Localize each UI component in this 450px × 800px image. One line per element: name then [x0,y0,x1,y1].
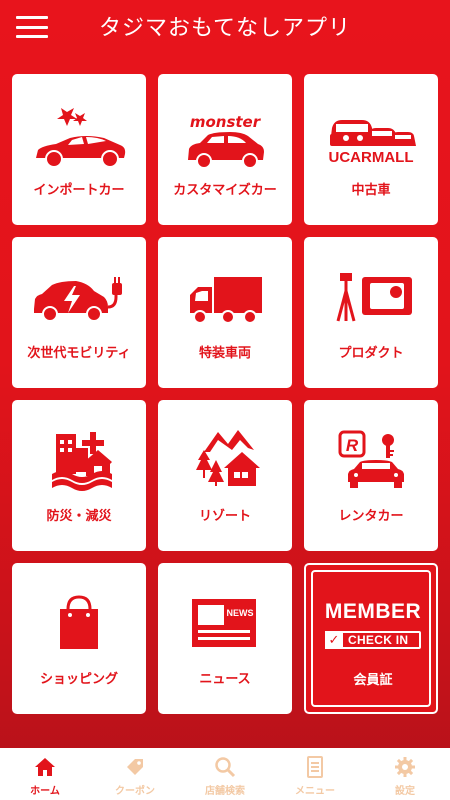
checkmark-icon: ✓ [325,631,343,649]
tile-label: ニュース [199,672,251,687]
search-icon [215,757,236,778]
tile-news[interactable]: NEWS ニュース [158,563,292,714]
tile-shopping[interactable]: ショッピング [12,563,146,714]
tab-coupon[interactable]: クーポン [90,748,180,800]
tile-resort[interactable]: リゾート [158,400,292,551]
hamburger-menu-icon[interactable] [16,16,48,38]
tile-label: 中古車 [351,183,391,198]
home-icon [35,758,55,776]
tab-home[interactable]: ホーム [0,748,90,800]
monster-logo-text: monster [190,113,262,131]
tile-products[interactable]: プロダクト [304,237,438,388]
tab-menu[interactable]: メニュー [270,748,360,800]
tile-disaster-prevention[interactable]: 防災・減災 [12,400,146,551]
tile-rental-car[interactable]: R レンタカー [304,400,438,551]
tile-label: 特装車両 [198,346,251,361]
electric-car-icon [12,237,146,337]
tab-label: 設定 [395,786,415,797]
tile-label: 防災・減災 [46,509,112,524]
member-title: MEMBER [324,600,422,623]
member-card-frame: MEMBER ✓ CHECK IN 会員証 [311,570,431,707]
tab-label: 店舗検索 [205,786,245,797]
tile-next-mobility[interactable]: 次世代モビリティ [12,237,146,388]
check-in-text: CHECK IN [348,633,409,647]
ucar-mall-icon: UCARMALL [304,74,438,174]
app-header: タジマおもてなしアプリ [0,0,450,52]
tile-label: プロダクト [338,346,404,361]
tile-member-card[interactable]: MEMBER ✓ CHECK IN 会員証 [304,563,438,714]
app-title: タジマおもてなしアプリ [98,16,352,41]
tile-label: 会員証 [353,673,393,688]
tile-special-vehicles[interactable]: 特装車両 [158,237,292,388]
tile-used-car[interactable]: UCARMALL 中古車 [304,74,438,225]
tile-label: リゾート [198,509,251,524]
gear-icon [395,757,415,777]
category-grid: インポートカー monster カスタマイズカー UCARMALL 中古車 次世… [12,74,438,714]
tile-import-car[interactable]: インポートカー [12,74,146,225]
tile-label: ショッピング [39,672,118,687]
newspaper-icon: NEWS [158,563,292,663]
svg-text:R: R [346,436,359,455]
tab-label: クーポン [115,786,155,797]
monster-custom-car-icon: monster [158,74,292,174]
shopping-bag-icon [12,563,146,663]
ucar-mall-logo-text: UCARMALL [329,149,414,166]
news-badge-text: NEWS [227,608,254,618]
tab-label: メニュー [295,786,335,797]
bottom-tab-bar: ホーム クーポン 店舗検索 メニュー 設定 [0,748,450,800]
coupon-icon [127,759,143,775]
tab-settings[interactable]: 設定 [360,748,450,800]
check-in-badge: ✓ CHECK IN [325,631,421,649]
tab-store-search[interactable]: 店舗検索 [180,748,270,800]
tab-label: ホーム [30,786,60,797]
import-car-icon [12,74,146,174]
rental-car-icon: R [304,400,438,500]
tile-label: レンタカー [338,509,404,524]
tile-label: 次世代モビリティ [27,346,131,361]
disaster-prevention-icon [12,400,146,500]
tile-label: インポートカー [33,183,125,198]
camera-tripod-icon [304,237,438,337]
truck-icon [158,237,292,337]
tile-customize-car[interactable]: monster カスタマイズカー [158,74,292,225]
resort-cabin-icon [158,400,292,500]
tile-label: カスタマイズカー [173,183,277,198]
menu-list-icon [307,756,323,778]
